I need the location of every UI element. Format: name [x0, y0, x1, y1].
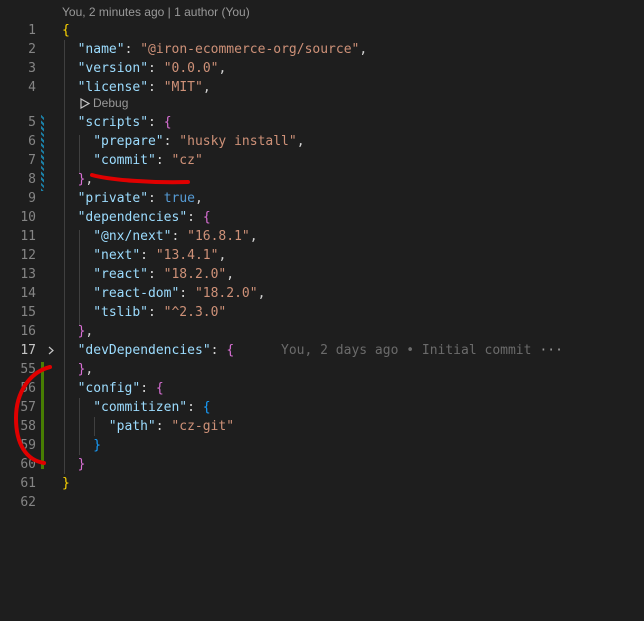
code-editor[interactable]: You, 2 minutes ago | 1 author (You) Debu…: [0, 0, 644, 621]
red-annotation-marks: [13, 173, 190, 465]
bracket-annotation: [13, 365, 52, 465]
underline-annotation: [90, 173, 190, 185]
